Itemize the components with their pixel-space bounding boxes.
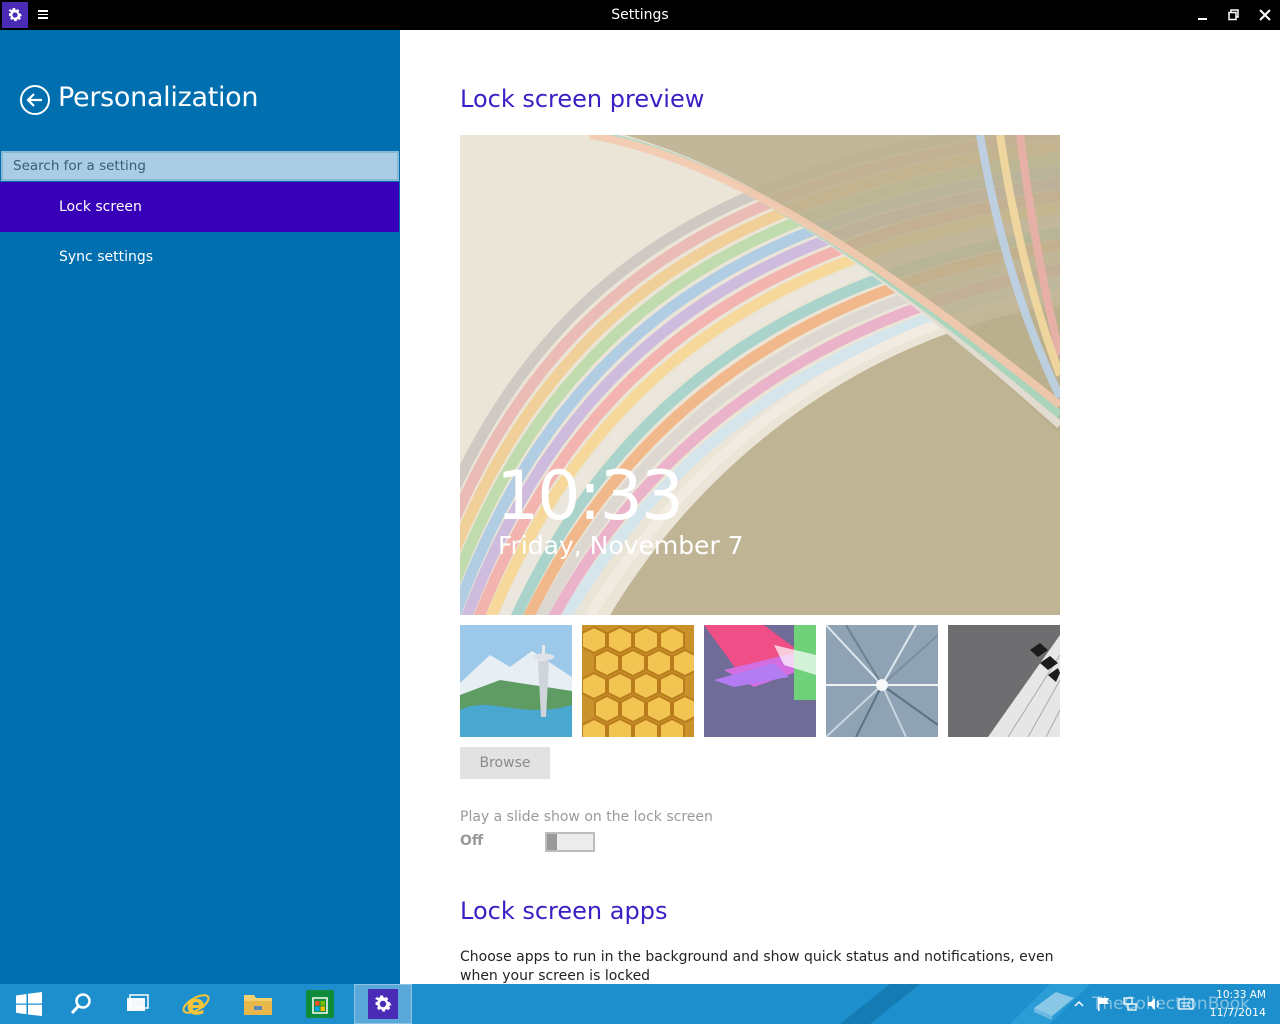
flag-icon <box>1098 997 1109 1011</box>
page-title: Personalization <box>58 82 259 113</box>
sidebar-item-label: Lock screen <box>59 199 142 215</box>
thumbnail-colorful-shapes[interactable] <box>704 625 816 737</box>
colorful-shapes-image <box>704 625 816 737</box>
search-button[interactable] <box>52 984 110 1024</box>
task-view-icon <box>127 994 149 1011</box>
settings-tile <box>368 989 398 1019</box>
slideshow-state: Off <box>460 833 484 849</box>
main-content: Lock screen preview 10:33 Friday, Novemb… <box>400 30 1280 984</box>
taskbar-clock-time[interactable]: 10:33 AM <box>1212 989 1266 1001</box>
minimize-button[interactable] <box>1187 0 1219 30</box>
sidebar-item-lock-screen[interactable]: Lock screen <box>0 182 399 232</box>
preview-heading: Lock screen preview <box>460 85 705 113</box>
windows-logo-icon <box>16 992 42 1016</box>
piano-keys-image <box>948 625 1060 737</box>
lock-screen-preview: 10:33 Friday, November 7 <box>460 135 1060 615</box>
file-explorer-button[interactable] <box>229 984 287 1024</box>
motion-tunnel-image <box>826 625 938 737</box>
restore-button[interactable] <box>1218 0 1250 30</box>
gear-icon <box>375 995 392 1012</box>
honeycomb-image <box>582 625 694 737</box>
gear-icon <box>8 8 23 22</box>
internet-explorer-button[interactable]: e <box>167 984 225 1024</box>
taskbar: e TheCollectionBook 10:33 AM 11/7/2014 <box>0 984 1280 1024</box>
keyboard-icon <box>1178 998 1194 1010</box>
toggle-knob <box>547 834 557 850</box>
task-view-button[interactable] <box>108 984 166 1024</box>
search-input[interactable] <box>3 153 397 179</box>
close-icon <box>1259 9 1271 21</box>
back-button[interactable] <box>19 84 51 116</box>
preview-date: Friday, November 7 <box>498 531 744 560</box>
folder-icon <box>244 995 272 1015</box>
apps-description: Choose apps to run in the background and… <box>460 949 1054 984</box>
store-icon <box>306 990 334 1018</box>
network-button[interactable] <box>1120 984 1140 1024</box>
chevron-up-icon <box>1074 1000 1084 1007</box>
settings-taskbar-button[interactable] <box>354 984 412 1024</box>
settings-app-icon[interactable] <box>2 2 28 28</box>
volume-button[interactable] <box>1144 984 1164 1024</box>
internet-explorer-icon: e <box>182 989 210 1019</box>
store-button[interactable] <box>291 984 349 1024</box>
hamburger-menu-icon[interactable] <box>36 8 52 22</box>
window-title: Settings <box>611 7 669 23</box>
thumbnail-space-needle[interactable] <box>460 625 572 737</box>
browse-button[interactable]: Browse <box>460 747 550 779</box>
network-icon <box>1123 997 1137 1011</box>
restore-icon <box>1228 9 1239 21</box>
thumbnail-piano-keys[interactable] <box>948 625 1060 737</box>
action-center-button[interactable] <box>1094 984 1114 1024</box>
back-arrow-icon <box>20 85 50 115</box>
thumbnail-honeycomb[interactable] <box>582 625 694 737</box>
minimize-icon <box>1198 18 1207 20</box>
search-icon <box>70 993 91 1015</box>
space-needle-image <box>460 625 572 737</box>
speaker-icon <box>1148 998 1160 1010</box>
sidebar-item-sync-settings[interactable]: Sync settings <box>0 232 399 282</box>
taskbar-clock-date[interactable]: 11/7/2014 <box>1208 1006 1266 1019</box>
apps-heading: Lock screen apps <box>460 897 668 925</box>
title-bar: Settings <box>0 0 1280 30</box>
svg-text:e: e <box>187 989 206 1019</box>
slideshow-toggle[interactable] <box>545 832 595 852</box>
thumbnail-motion-tunnel[interactable] <box>826 625 938 737</box>
close-button[interactable] <box>1249 0 1280 30</box>
sidebar: Personalization Lock screen Sync setting… <box>0 30 400 984</box>
keyboard-button[interactable] <box>1176 984 1196 1024</box>
sidebar-item-label: Sync settings <box>59 249 154 265</box>
show-hidden-icons-button[interactable] <box>1072 984 1086 1024</box>
search-box <box>1 151 399 181</box>
preview-clock: 10:33 <box>496 457 684 536</box>
slideshow-label: Play a slide show on the lock screen <box>460 809 713 825</box>
start-button[interactable] <box>0 984 58 1024</box>
